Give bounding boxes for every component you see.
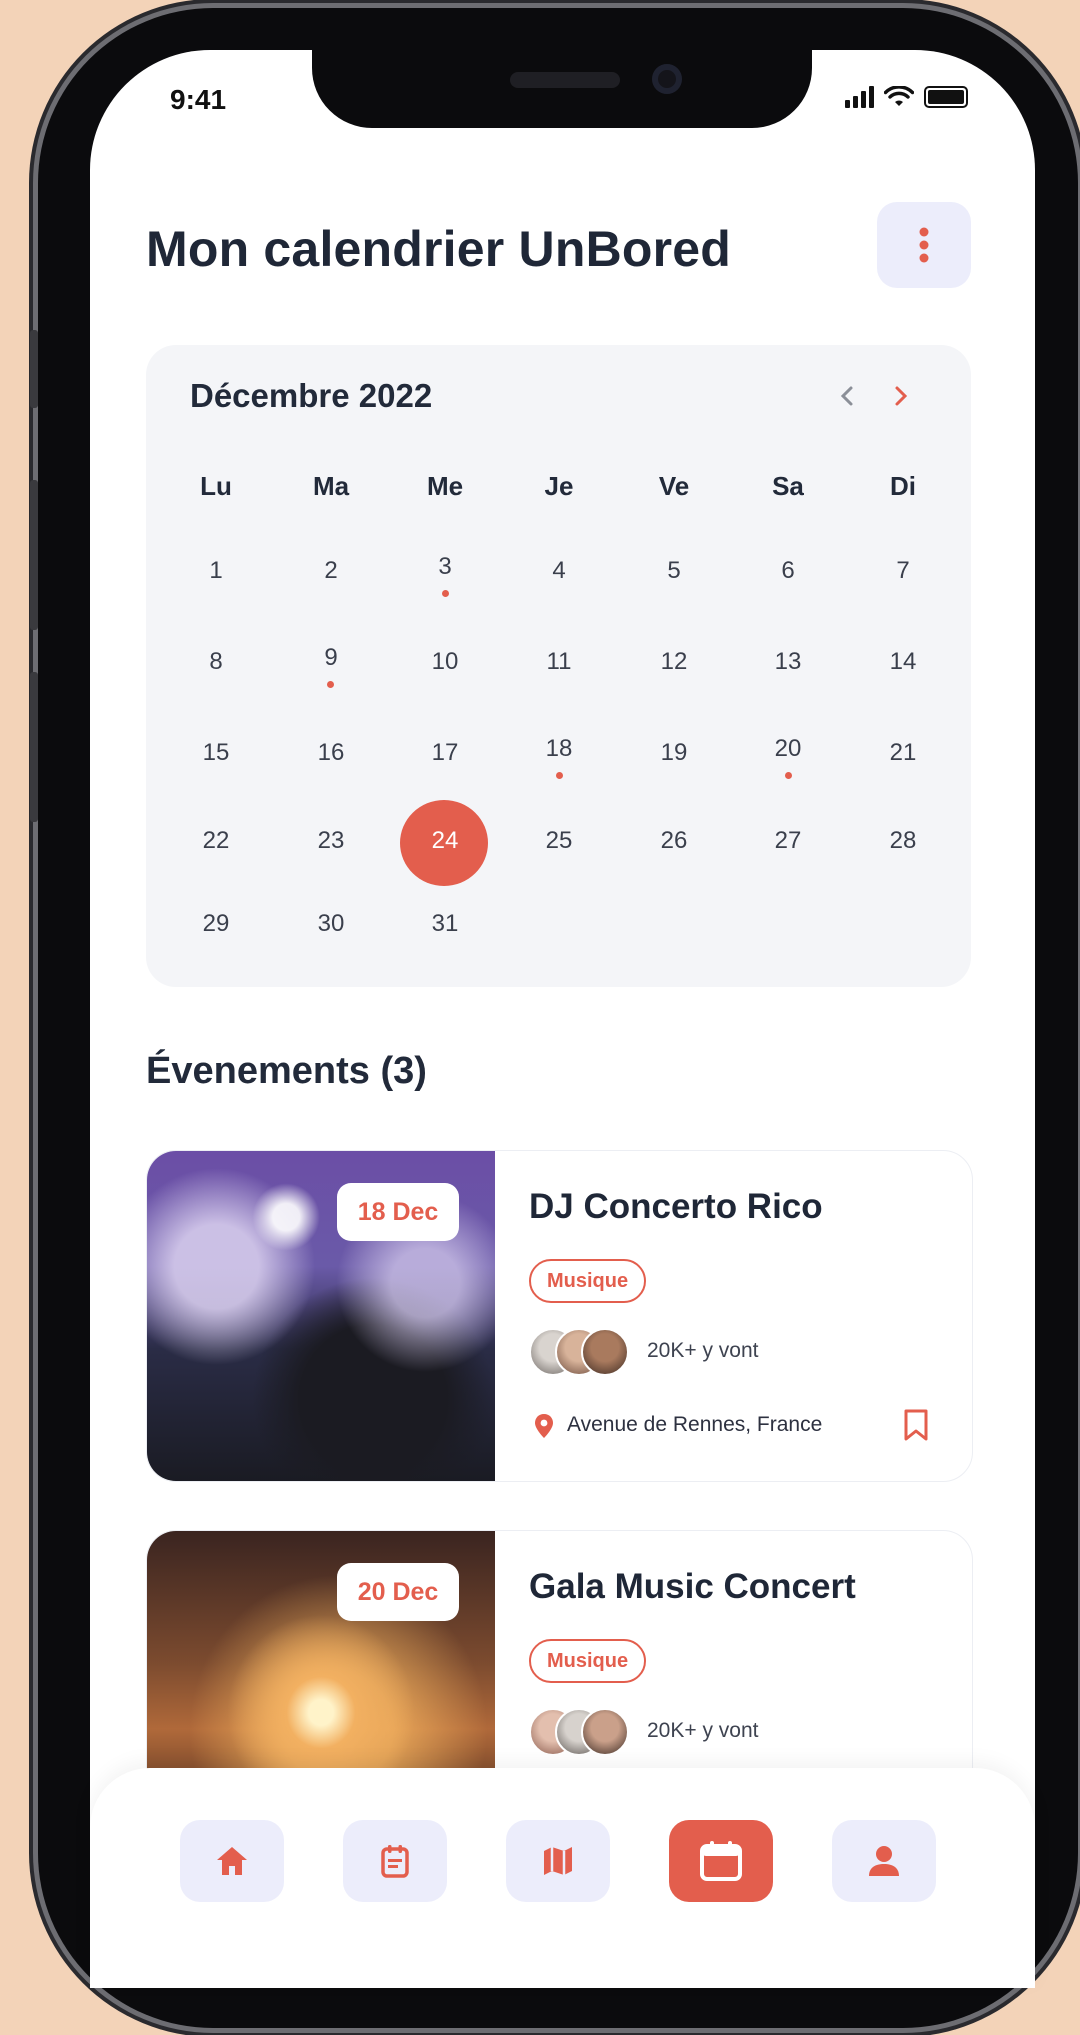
event-name: Gala Music Concert — [529, 1567, 856, 1606]
attendees-count: 20K+ y vont — [647, 1719, 759, 1742]
attendees-count: 20K+ y vont — [647, 1339, 759, 1362]
calendar-day[interactable]: 27 — [738, 827, 838, 855]
signal-icon — [845, 86, 874, 108]
battery-icon — [924, 86, 968, 108]
attendee-avatars — [529, 1708, 629, 1756]
calendar-day[interactable]: 14 — [853, 648, 953, 676]
calendar-day[interactable]: 2 — [281, 557, 381, 585]
event-indicator-dot — [556, 772, 563, 779]
weekday-label: Ve — [658, 471, 690, 501]
event-category-tag: Musique — [529, 1639, 647, 1683]
volume-down-button — [30, 672, 38, 822]
notch — [312, 50, 812, 128]
front-camera — [652, 64, 682, 94]
event-card[interactable]: 18 Dec DJ Concerto Rico Musique 20K+ y v… — [146, 1150, 973, 1482]
avatar — [581, 1328, 629, 1376]
chevron-right-icon — [895, 386, 908, 406]
event-date-badge: 18 Dec — [337, 1183, 459, 1241]
attendee-avatars — [529, 1328, 629, 1376]
event-indicator-dot — [327, 681, 334, 688]
nav-home-button[interactable] — [180, 1820, 284, 1902]
weekday-label: Je — [544, 471, 574, 501]
nav-profile-button[interactable] — [832, 1820, 936, 1902]
calendar-day[interactable]: 10 — [395, 648, 495, 676]
calendar-day[interactable]: 4 — [509, 557, 609, 585]
map-icon — [544, 1847, 572, 1875]
next-month-button[interactable] — [892, 381, 910, 415]
calendar-day[interactable]: 28 — [853, 827, 953, 855]
weekday-label: Lu — [200, 471, 232, 501]
calendar-day[interactable]: 20 — [738, 735, 838, 763]
more-options-button[interactable] — [877, 202, 971, 288]
calendar-day[interactable]: 13 — [738, 648, 838, 676]
calendar-day[interactable]: 12 — [624, 648, 724, 676]
location-pin-icon — [535, 1414, 553, 1438]
calendar-day[interactable]: 15 — [166, 739, 266, 767]
previous-month-button[interactable] — [838, 381, 856, 415]
calendar-day[interactable]: 25 — [509, 827, 609, 855]
calendar-month-label: Décembre 2022 — [190, 377, 433, 414]
calendar-day[interactable]: 29 — [166, 910, 266, 938]
calendar-day[interactable]: 8 — [166, 648, 266, 676]
events-section-title: Évenements (3) — [146, 1050, 427, 1092]
event-category-tag: Musique — [529, 1259, 647, 1303]
calendar-day[interactable]: 16 — [281, 739, 381, 767]
calendar-day[interactable]: 7 — [853, 557, 953, 585]
calendar-day[interactable]: 18 — [509, 735, 609, 763]
mute-switch — [30, 330, 38, 408]
more-vertical-icon — [919, 227, 929, 263]
calendar-day-selected[interactable]: 24 — [395, 827, 495, 855]
calendar-icon — [700, 1841, 742, 1881]
home-icon — [217, 1847, 247, 1875]
weekday-label: Sa — [772, 471, 804, 501]
status-time: 9:41 — [170, 84, 227, 115]
calendar-day[interactable]: 11 — [509, 648, 609, 676]
event-indicator-dot — [442, 590, 449, 597]
agenda-icon — [381, 1845, 409, 1878]
calendar-day[interactable]: 1 — [166, 557, 266, 585]
calendar-day[interactable]: 6 — [738, 557, 838, 585]
speaker — [510, 72, 620, 88]
profile-icon — [869, 1846, 899, 1876]
event-indicator-dot — [785, 772, 792, 779]
status-icons — [845, 86, 968, 108]
weekday-label: Me — [426, 471, 464, 501]
calendar-day[interactable]: 30 — [281, 910, 381, 938]
calendar-card: Décembre 2022 Lu Ma Me Je Ve Sa Di 1 2 3… — [146, 345, 971, 987]
calendar-day[interactable]: 22 — [166, 827, 266, 855]
calendar-day[interactable]: 21 — [853, 739, 953, 767]
calendar-day[interactable]: 9 — [281, 644, 381, 672]
calendar-day[interactable]: 23 — [281, 827, 381, 855]
page-title: Mon calendrier UnBored — [146, 221, 732, 277]
nav-map-button[interactable] — [506, 1820, 610, 1902]
chevron-left-icon — [840, 386, 853, 406]
volume-up-button — [30, 480, 38, 630]
calendar-day[interactable]: 31 — [395, 910, 495, 938]
event-date-badge: 20 Dec — [337, 1563, 459, 1621]
wifi-icon — [884, 86, 914, 106]
nav-calendar-button[interactable] — [669, 1820, 773, 1902]
calendar-day[interactable]: 26 — [624, 827, 724, 855]
event-name: DJ Concerto Rico — [529, 1187, 823, 1226]
weekday-label: Ma — [312, 471, 350, 501]
nav-agenda-button[interactable] — [343, 1820, 447, 1902]
avatar — [581, 1708, 629, 1756]
weekday-label: Di — [890, 471, 916, 501]
calendar-day[interactable]: 3 — [395, 553, 495, 581]
calendar-day[interactable]: 5 — [624, 557, 724, 585]
event-location: Avenue de Rennes, France — [567, 1413, 823, 1436]
calendar-day[interactable]: 19 — [624, 739, 724, 767]
bookmark-icon[interactable] — [903, 1409, 929, 1441]
calendar-day[interactable]: 17 — [395, 739, 495, 767]
